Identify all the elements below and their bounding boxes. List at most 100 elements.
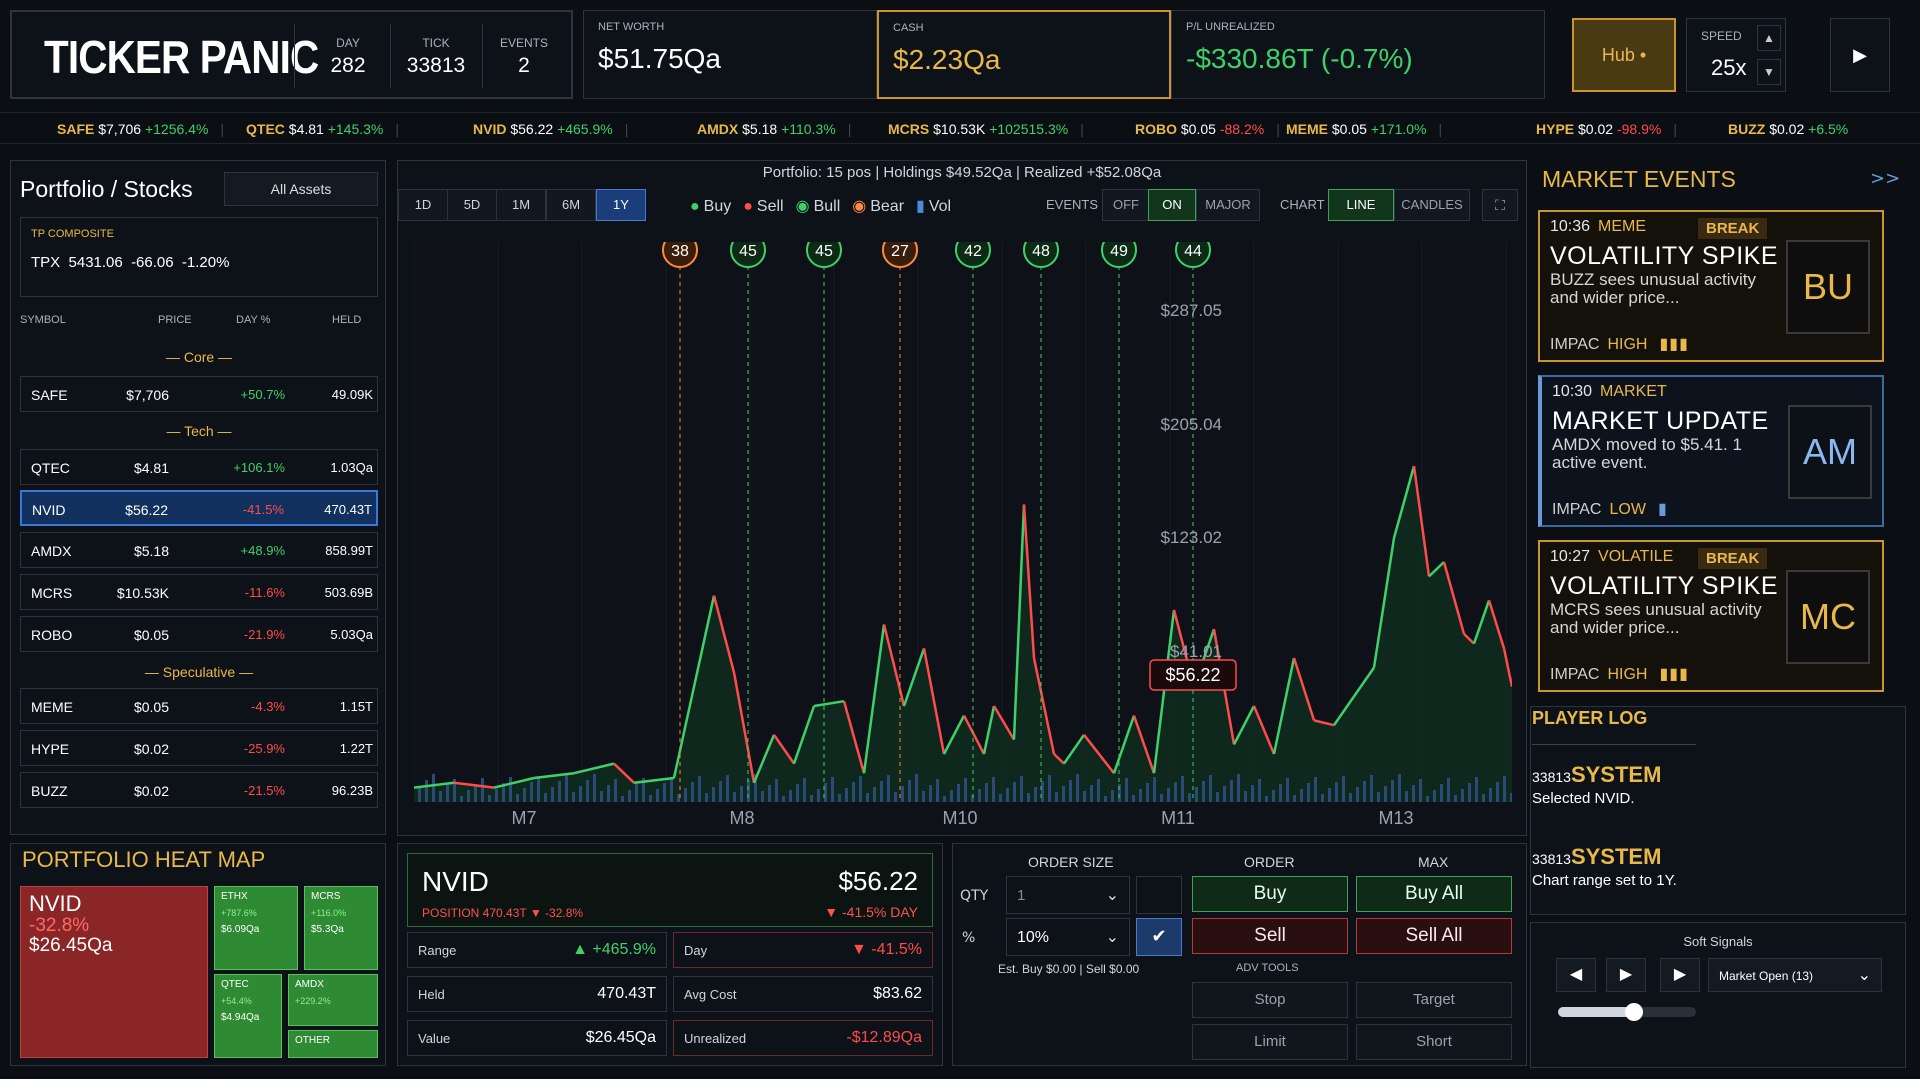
signal-slider-track[interactable] [1558, 1003, 1696, 1021]
x-tick-label: M13 [1378, 808, 1413, 828]
volume-bar [1013, 782, 1016, 802]
stop-button[interactable]: Stop [1192, 982, 1348, 1018]
volume-bar [768, 785, 771, 802]
price-chart[interactable]: 38 45 45 27 42 48 49 44 $287.05 $205.04 $123.02 $41… [414, 242, 1512, 830]
ticker-item[interactable]: MEME $0.05 +171.0% | [1286, 121, 1442, 137]
events-expand-button[interactable]: >> [1870, 168, 1900, 189]
event-card[interactable]: 10:27 VOLATILE BREAK VOLATILITY SPIKE MCRS s… [1538, 540, 1884, 692]
pct-check-toggle[interactable]: ✔ [1136, 918, 1182, 956]
tick-stat: TICK 33813 [406, 36, 466, 77]
short-button[interactable]: Short [1356, 1024, 1512, 1060]
legend-bull[interactable]: Bull [814, 198, 841, 215]
volume-bar [1244, 791, 1247, 802]
asset-filter-button[interactable]: All Assets [224, 172, 378, 206]
speed-down-button[interactable]: ▼ [1757, 59, 1781, 85]
portfolio-row-mcrs[interactable]: MCRS $10.53K -11.6% 503.69B [20, 574, 378, 610]
signal-prev-icon[interactable]: ◀ [1556, 958, 1596, 992]
held-cell: Held 470.43T [407, 976, 667, 1012]
signal-select[interactable]: Market Open (13) ⌄ [1708, 958, 1882, 992]
sell-button[interactable]: Sell [1192, 918, 1348, 954]
limit-button[interactable]: Limit [1192, 1024, 1348, 1060]
volume-bar [1048, 775, 1051, 802]
expand-icon[interactable]: ⛶ [1482, 189, 1518, 221]
events-major-toggle[interactable]: MAJOR [1196, 189, 1260, 221]
volume-bar [1279, 784, 1282, 802]
volume-bar [1503, 776, 1506, 802]
volume-bar [1188, 793, 1191, 802]
heatmap-tile-qtec[interactable]: QTEC +54.4% $4.94Qa [214, 974, 282, 1058]
heatmap-tile-amdx[interactable]: AMDX +229.2% [288, 974, 378, 1026]
ticker-item[interactable]: NVID $56.22 +465.9% | [473, 121, 628, 137]
volume-bar [915, 774, 918, 802]
hub-button[interactable]: Hub • [1572, 18, 1676, 92]
volume-bar [607, 785, 610, 802]
ticker-item[interactable]: SAFE $7,706 +1256.4% | [57, 121, 224, 137]
chart-candles-toggle[interactable]: CANDLES [1394, 189, 1470, 221]
chart-line-toggle[interactable]: LINE [1328, 189, 1394, 221]
play-button[interactable]: ▶ [1830, 18, 1890, 92]
event-card[interactable]: 10:36 MEME BREAK VOLATILITY SPIKE BUZZ sees … [1538, 210, 1884, 362]
volume-bar [1139, 789, 1142, 802]
ticker-item[interactable]: QTEC $4.81 +145.3% | [246, 121, 399, 137]
ticker-item[interactable]: ROBO $0.05 -88.2% | [1135, 121, 1280, 137]
volume-bar [621, 796, 624, 802]
tab-range-1d[interactable]: 1D [398, 189, 448, 221]
signal-next-icon[interactable]: ▶ [1660, 958, 1700, 992]
legend-buy[interactable]: Buy [704, 198, 732, 215]
portfolio-row-safe[interactable]: SAFE $7,706 +50.7% 49.09K [20, 376, 378, 412]
ticker-item[interactable]: BUZZ $0.02 +6.5% [1728, 121, 1848, 137]
qty-extra-box[interactable] [1136, 876, 1182, 914]
ticker-item[interactable]: AMDX $5.18 +110.3% | [697, 121, 851, 137]
heatmap-tile-mcrs[interactable]: MCRS +116.0% $5.3Qa [304, 886, 378, 970]
portfolio-row-meme[interactable]: MEME $0.05 -4.3% 1.15T [20, 688, 378, 724]
ticker-item[interactable]: MCRS $10.53K +102515.3% | [888, 121, 1084, 137]
volume-bar [439, 791, 442, 802]
ticker-item[interactable]: HYPE $0.02 -98.9% | [1536, 121, 1677, 137]
volume-bar [1321, 794, 1324, 802]
volume-bar [593, 774, 596, 802]
legend-sell[interactable]: Sell [757, 198, 784, 215]
portfolio-row-robo[interactable]: ROBO $0.05 -21.9% 5.03Qa [20, 616, 378, 652]
volume-bar [600, 791, 603, 802]
volume-bar [817, 789, 820, 802]
tab-range-1m[interactable]: 1M [496, 189, 546, 221]
volume-bar [1398, 774, 1401, 802]
volume-bar [1076, 774, 1079, 802]
portfolio-row-nvid[interactable]: NVID $56.22 -41.5% 470.43T [20, 490, 378, 526]
target-button[interactable]: Target [1356, 982, 1512, 1018]
signal-slider-handle[interactable] [1624, 1003, 1643, 1021]
events-on-toggle[interactable]: ON [1148, 189, 1196, 221]
tab-range-5d[interactable]: 5D [447, 189, 497, 221]
sell-all-button[interactable]: Sell All [1356, 918, 1512, 954]
volume-bar [1216, 792, 1219, 802]
signal-play-icon[interactable]: ▶ [1606, 958, 1646, 992]
buy-all-button[interactable]: Buy All [1356, 876, 1512, 912]
volume-bar [740, 786, 743, 802]
tab-range-1y[interactable]: 1Y [596, 189, 646, 221]
price-axis-label: $123.02 [1161, 528, 1222, 547]
volume-bar [1090, 785, 1093, 802]
chart-summary: Portfolio: 15 pos | Holdings $49.52Qa | … [762, 164, 1162, 181]
buy-button[interactable]: Buy [1192, 876, 1348, 912]
volume-bar [488, 795, 491, 802]
events-off-toggle[interactable]: OFF [1102, 189, 1150, 221]
heatmap-tile-ethx[interactable]: ETHX +787.6% $6.09Qa [214, 886, 298, 970]
volume-bar [1496, 782, 1499, 802]
legend-bear[interactable]: Bear [870, 198, 904, 215]
legend-vol[interactable]: Vol [929, 198, 951, 215]
volume-bar [1258, 779, 1261, 802]
heatmap-tile-other[interactable]: OTHER [288, 1030, 378, 1058]
qty-select[interactable]: 1 ⌄ [1006, 876, 1130, 914]
portfolio-row-hype[interactable]: HYPE $0.02 -25.9% 1.22T [20, 730, 378, 766]
portfolio-row-buzz[interactable]: BUZZ $0.02 -21.5% 96.23B [20, 772, 378, 808]
tab-range-6m[interactable]: 6M [546, 189, 596, 221]
portfolio-row-qtec[interactable]: QTEC $4.81 +106.1% 1.03Qa [20, 449, 378, 485]
volume-bar [775, 779, 778, 802]
speed-up-button[interactable]: ▲ [1757, 25, 1781, 51]
log-entry: 33813SYSTEM Selected NVID. [1532, 762, 1662, 807]
pct-select[interactable]: 10% ⌄ [1006, 918, 1130, 956]
portfolio-row-amdx[interactable]: AMDX $5.18 +48.9% 858.99T [20, 532, 378, 568]
volume-bar [712, 787, 715, 802]
heatmap-tile-nvid[interactable]: NVID -32.8% $26.45Qa [20, 886, 208, 1058]
event-card[interactable]: 10:30 MARKET MARKET UPDATE AMDX moved to $5… [1538, 375, 1884, 527]
